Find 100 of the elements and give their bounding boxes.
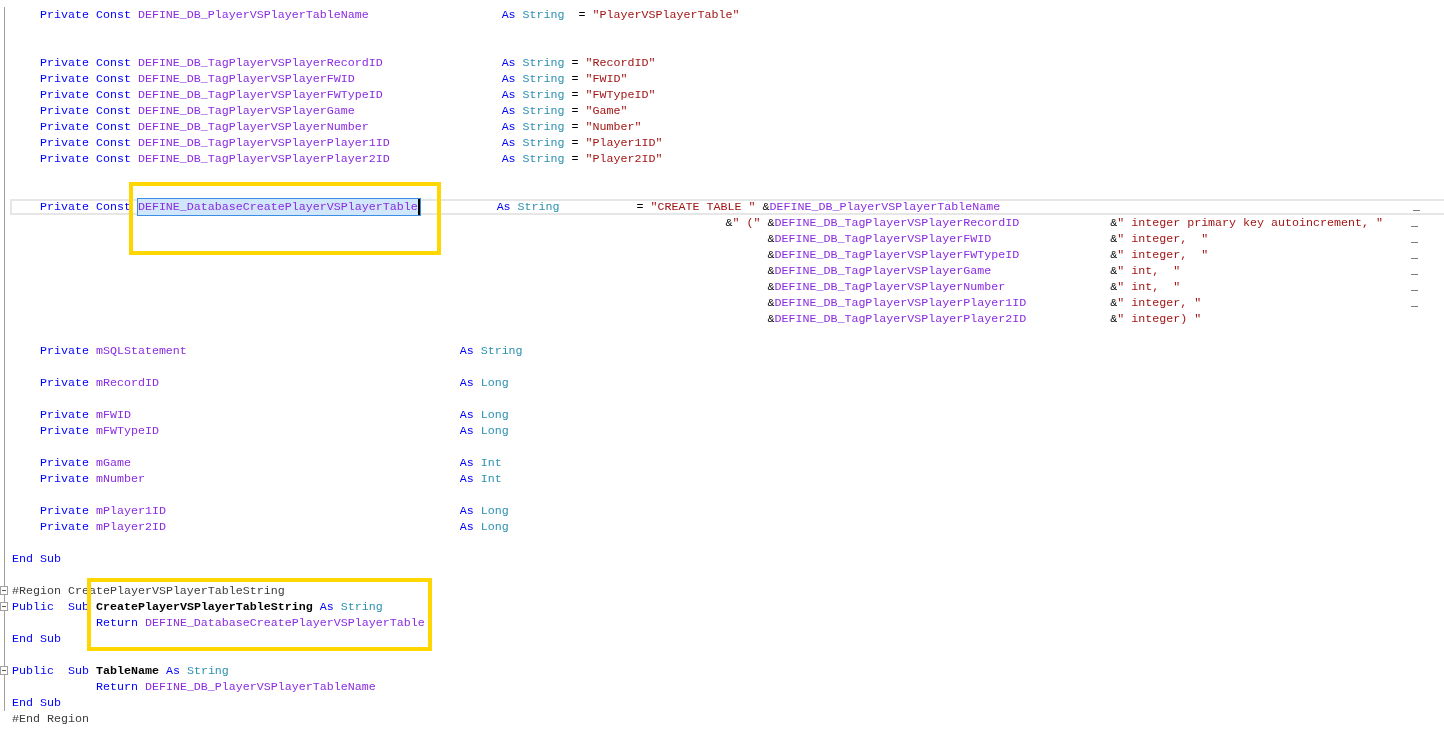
keyword: As: [501, 7, 516, 23]
operator: &: [767, 279, 775, 295]
operator: &: [767, 231, 775, 247]
string-literal: "PlayerVSPlayerTable": [592, 7, 740, 23]
method-name: TableName: [95, 663, 159, 679]
string-literal: " integer, ": [1117, 231, 1209, 247]
string-literal: " integer, ": [1117, 295, 1202, 311]
type-name: String: [522, 151, 565, 167]
operator: =: [571, 119, 579, 135]
keyword: Const: [95, 87, 131, 103]
identifier: DEFINE_DB_TagPlayerVSPlayerPlayer2ID: [137, 151, 390, 167]
string-literal: "Number": [585, 119, 642, 135]
identifier: DEFINE_DB_TagPlayerVSPlayerRecordID: [137, 55, 383, 71]
operator: _: [1411, 263, 1418, 279]
keyword: As: [459, 503, 474, 519]
string-literal: " int, ": [1117, 279, 1181, 295]
identifier: mRecordID: [95, 375, 159, 391]
type-name: String: [522, 119, 565, 135]
keyword: Const: [95, 7, 131, 23]
keyword: Private: [39, 103, 89, 119]
keyword: Public: [12, 663, 54, 679]
type-name: String: [480, 343, 523, 359]
identifier: DEFINE_DB_PlayerVSPlayerTableName: [137, 7, 369, 23]
collapse-icon[interactable]: [0, 602, 8, 611]
identifier: DEFINE_DB_TagPlayerVSPlayerNumber: [774, 279, 1006, 295]
keyword: Private: [39, 375, 89, 391]
identifier: mFWID: [95, 407, 131, 423]
keyword: Const: [95, 151, 131, 167]
type-name: String: [522, 71, 565, 87]
operator: &: [1110, 311, 1118, 327]
identifier: DEFINE_DB_TagPlayerVSPlayerPlayer1ID: [137, 135, 390, 151]
type-name: String: [186, 663, 229, 679]
type-name: String: [522, 55, 565, 71]
identifier: DEFINE_DB_TagPlayerVSPlayerFWID: [774, 231, 992, 247]
keyword: Sub: [67, 663, 89, 679]
keyword: Const: [95, 55, 131, 71]
identifier: DEFINE_DB_TagPlayerVSPlayerGame: [137, 103, 355, 119]
keyword: As: [501, 103, 516, 119]
keyword: As: [501, 87, 516, 103]
keyword: Private: [39, 343, 89, 359]
type-name: Long: [480, 519, 509, 535]
keyword: As: [459, 471, 474, 487]
keyword: Private: [39, 71, 89, 87]
type-name: String: [522, 87, 565, 103]
keyword: As: [501, 55, 516, 71]
operator: _: [1410, 247, 1418, 263]
operator: _: [1412, 199, 1420, 215]
operator: &: [1110, 279, 1118, 295]
identifier: DEFINE_DB_TagPlayerVSPlayerPlayer1ID: [774, 295, 1027, 311]
keyword: Const: [95, 71, 131, 87]
operator: _: [1410, 231, 1418, 247]
keyword: As: [459, 407, 474, 423]
identifier: DEFINE_DB_TagPlayerVSPlayerRecordID: [774, 215, 1020, 231]
keyword: As: [501, 119, 516, 135]
operator: &: [1110, 247, 1118, 263]
string-literal: "FWTypeID": [585, 87, 656, 103]
method-name: CreatePlayerVSPlayerTableString: [95, 599, 313, 615]
keyword: As: [459, 423, 474, 439]
string-literal: " int, ": [1117, 263, 1181, 279]
type-name: String: [340, 599, 383, 615]
identifier: DEFINE_DB_TagPlayerVSPlayerFWTypeID: [774, 247, 1020, 263]
type-name: Long: [480, 503, 509, 519]
string-literal: " (": [732, 215, 761, 231]
operator: _: [1411, 295, 1418, 311]
string-literal: " integer) ": [1117, 311, 1202, 327]
keyword: As: [459, 455, 474, 471]
keyword: As: [165, 663, 180, 679]
keyword: As: [459, 375, 474, 391]
identifier: mSQLStatement: [95, 343, 187, 359]
keyword: Const: [95, 119, 131, 135]
identifier: DEFINE_DB_TagPlayerVSPlayerNumber: [137, 119, 369, 135]
keyword: As: [501, 151, 516, 167]
keyword: End Sub: [12, 695, 61, 711]
string-literal: "FWID": [585, 71, 628, 87]
keyword: Private: [39, 135, 89, 151]
operator: =: [571, 151, 579, 167]
keyword: Private: [39, 7, 89, 23]
identifier: DEFINE_DB_TagPlayerVSPlayerFWID: [137, 71, 355, 87]
string-literal: "Game": [585, 103, 628, 119]
keyword: As: [319, 599, 334, 615]
identifier: DEFINE_DB_PlayerVSPlayerTableName: [144, 679, 376, 695]
operator: =: [571, 87, 579, 103]
type-name: String: [522, 135, 565, 151]
identifier: DEFINE_DB_TagPlayerVSPlayerFWTypeID: [137, 87, 383, 103]
operator: =: [571, 103, 579, 119]
collapse-icon[interactable]: [0, 666, 8, 675]
keyword: Private: [39, 55, 89, 71]
type-name: Long: [480, 407, 509, 423]
keyword: Private: [39, 471, 89, 487]
keyword: Const: [95, 199, 131, 215]
identifier: mFWTypeID: [95, 423, 159, 439]
identifier: mNumber: [95, 471, 145, 487]
collapse-icon[interactable]: [0, 586, 8, 595]
operator: _: [1411, 279, 1418, 295]
operator: &: [1110, 231, 1118, 247]
identifier: DEFINE_DatabaseCreatePlayerVSPlayerTable: [137, 199, 420, 215]
identifier: DEFINE_DB_PlayerVSPlayerTableName: [769, 199, 1001, 215]
keyword: Private: [39, 151, 89, 167]
keyword: Private: [39, 199, 89, 215]
keyword: Const: [95, 135, 131, 151]
